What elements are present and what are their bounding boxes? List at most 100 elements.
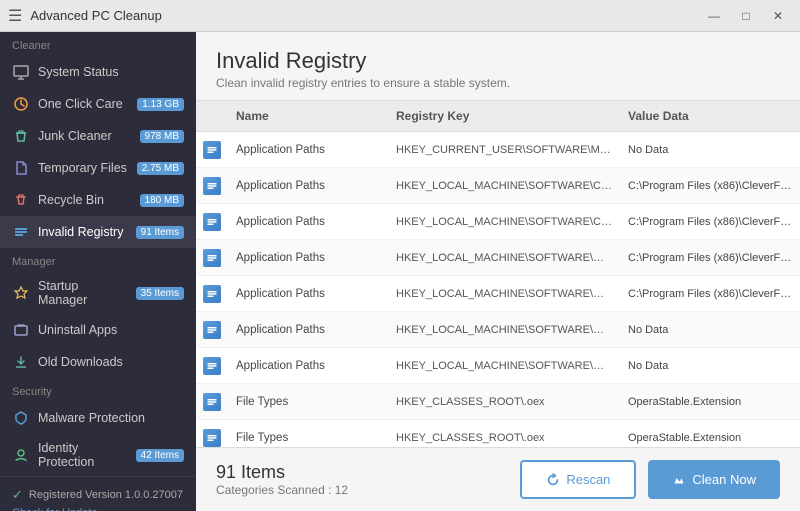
table-row: Application Paths HKEY_CURRENT_USER\SOFT… xyxy=(196,132,800,168)
col-key: Registry Key xyxy=(388,107,620,125)
row-name: Application Paths xyxy=(228,210,388,234)
sidebar-item-invalid-registry[interactable]: Invalid Registry 91 Items xyxy=(0,216,196,248)
title-bar: ☰ Advanced PC Cleanup — □ ✕ xyxy=(0,0,800,32)
registry-table: Name Registry Key Value Data Application… xyxy=(196,100,800,447)
sidebar-item-temporary-files[interactable]: Temporary Files 2.75 MB xyxy=(0,152,196,184)
recycle-bin-label: Recycle Bin xyxy=(38,193,132,207)
hamburger-icon[interactable]: ☰ xyxy=(8,6,22,26)
table-row: File Types HKEY_CLASSES_ROOT\.oex OperaS… xyxy=(196,384,800,420)
identity-protection-label: Identity Protection xyxy=(38,441,128,469)
row-icon-cell xyxy=(196,141,228,159)
sidebar-item-system-status[interactable]: System Status xyxy=(0,56,196,88)
registry-row-icon xyxy=(203,177,221,195)
registry-row-icon xyxy=(203,249,221,267)
sidebar-item-malware-protection[interactable]: Malware Protection xyxy=(0,402,196,434)
row-icon-cell xyxy=(196,213,228,231)
row-key: HKEY_LOCAL_MACHINE\SOFTWARE\Microsoft\Wi… xyxy=(388,354,620,378)
content-area: Invalid Registry Clean invalid registry … xyxy=(196,32,800,511)
row-value: No Data xyxy=(620,138,800,162)
sidebar-item-junk-cleaner[interactable]: Junk Cleaner 978 MB xyxy=(0,120,196,152)
table-row: Application Paths HKEY_LOCAL_MACHINE\SOF… xyxy=(196,240,800,276)
row-name: File Types xyxy=(228,426,388,448)
row-key: HKEY_CURRENT_USER\SOFTWARE\Microsoft\Win… xyxy=(388,138,620,162)
registered-version: ✓ Registered Version 1.0.0.27007 xyxy=(12,487,184,503)
one-click-care-badge: 1.13 GB xyxy=(137,98,184,111)
old-downloads-label: Old Downloads xyxy=(38,355,184,369)
close-button[interactable]: ✕ xyxy=(764,6,792,26)
rescan-icon xyxy=(546,473,560,487)
table-row: Application Paths HKEY_LOCAL_MACHINE\SOF… xyxy=(196,312,800,348)
invalid-registry-badge: 91 Items xyxy=(136,226,184,239)
sidebar-section-security: Security xyxy=(0,378,196,402)
page-subtitle: Clean invalid registry entries to ensure… xyxy=(216,76,780,90)
row-name: File Types xyxy=(228,390,388,414)
col-name: Name xyxy=(228,107,388,125)
identity-protection-badge: 42 Items xyxy=(136,449,184,462)
invalid-registry-label: Invalid Registry xyxy=(38,225,128,239)
row-value: OperaStable.Extension xyxy=(620,426,800,448)
sidebar-item-old-downloads[interactable]: Old Downloads xyxy=(0,346,196,378)
monitor-icon xyxy=(12,63,30,81)
rescan-button[interactable]: Rescan xyxy=(520,460,636,499)
registry-row-icon xyxy=(203,393,221,411)
content-footer: 91 Items Categories Scanned : 12 Rescan … xyxy=(196,447,800,511)
sidebar-section-cleaner: Cleaner xyxy=(0,32,196,56)
sidebar-item-identity-protection[interactable]: Identity Protection 42 Items xyxy=(0,434,196,476)
registry-row-icon xyxy=(203,357,221,375)
content-header: Invalid Registry Clean invalid registry … xyxy=(196,32,800,100)
sidebar-item-startup-manager[interactable]: Startup Manager 35 Items xyxy=(0,272,196,314)
row-key: HKEY_LOCAL_MACHINE\SOFTWARE\Classes\Appl… xyxy=(388,174,620,198)
row-value: No Data xyxy=(620,318,800,342)
maximize-button[interactable]: □ xyxy=(732,6,760,26)
clean-label: Clean Now xyxy=(692,472,756,487)
startup-manager-badge: 35 Items xyxy=(136,287,184,300)
junk-cleaner-label: Junk Cleaner xyxy=(38,129,132,143)
row-icon-cell xyxy=(196,177,228,195)
temporary-files-label: Temporary Files xyxy=(38,161,129,175)
registry-row-icon xyxy=(203,321,221,339)
minimize-button[interactable]: — xyxy=(700,6,728,26)
registry-row-icon xyxy=(203,141,221,159)
one-click-care-label: One Click Care xyxy=(38,97,129,111)
row-icon-cell xyxy=(196,321,228,339)
sidebar-item-uninstall-apps[interactable]: Uninstall Apps xyxy=(0,314,196,346)
row-key: HKEY_CLASSES_ROOT\.oex xyxy=(388,426,620,448)
registry-icon xyxy=(12,223,30,241)
registry-row-icon xyxy=(203,429,221,447)
clean-now-button[interactable]: Clean Now xyxy=(648,460,780,499)
sidebar-footer: ✓ Registered Version 1.0.0.27007 Check f… xyxy=(0,476,196,511)
row-key: HKEY_LOCAL_MACHINE\SOFTWARE\Microsoft\Wi… xyxy=(388,246,620,270)
system-status-label: System Status xyxy=(38,65,184,79)
footer-actions: Rescan Clean Now xyxy=(520,460,780,499)
row-value: C:\Program Files (x86)\CleverFile... xyxy=(620,210,800,234)
row-name: Application Paths xyxy=(228,354,388,378)
sidebar: Cleaner System Status One Click Care 1.1… xyxy=(0,32,196,511)
row-icon-cell xyxy=(196,285,228,303)
table-row: Application Paths HKEY_LOCAL_MACHINE\SOF… xyxy=(196,276,800,312)
startup-manager-label: Startup Manager xyxy=(38,279,128,307)
recycle-bin-badge: 180 MB xyxy=(140,194,184,207)
app-title: Advanced PC Cleanup xyxy=(30,8,162,23)
uninstall-apps-label: Uninstall Apps xyxy=(38,323,184,337)
malware-protection-label: Malware Protection xyxy=(38,411,184,425)
row-value: C:\Program Files (x86)\CleverFiles\... xyxy=(620,282,800,306)
footer-info: 91 Items Categories Scanned : 12 xyxy=(216,462,348,497)
junk-icon xyxy=(12,127,30,145)
sidebar-item-recycle-bin[interactable]: Recycle Bin 180 MB xyxy=(0,184,196,216)
sidebar-item-one-click-care[interactable]: One Click Care 1.13 GB xyxy=(0,88,196,120)
row-icon-cell xyxy=(196,249,228,267)
row-name: Application Paths xyxy=(228,318,388,342)
check-update-link[interactable]: Check for Update xyxy=(12,507,184,511)
row-value: OperaStable.Extension xyxy=(620,390,800,414)
registry-row-icon xyxy=(203,213,221,231)
registry-row-icon xyxy=(203,285,221,303)
row-value: No Data xyxy=(620,354,800,378)
temp-icon xyxy=(12,159,30,177)
col-icon xyxy=(196,107,228,125)
rescan-label: Rescan xyxy=(566,472,610,487)
startup-icon xyxy=(12,284,30,302)
row-key: HKEY_LOCAL_MACHINE\SOFTWARE\Microsoft\Wi… xyxy=(388,318,620,342)
row-name: Application Paths xyxy=(228,138,388,162)
junk-cleaner-badge: 978 MB xyxy=(140,130,184,143)
row-name: Application Paths xyxy=(228,282,388,306)
